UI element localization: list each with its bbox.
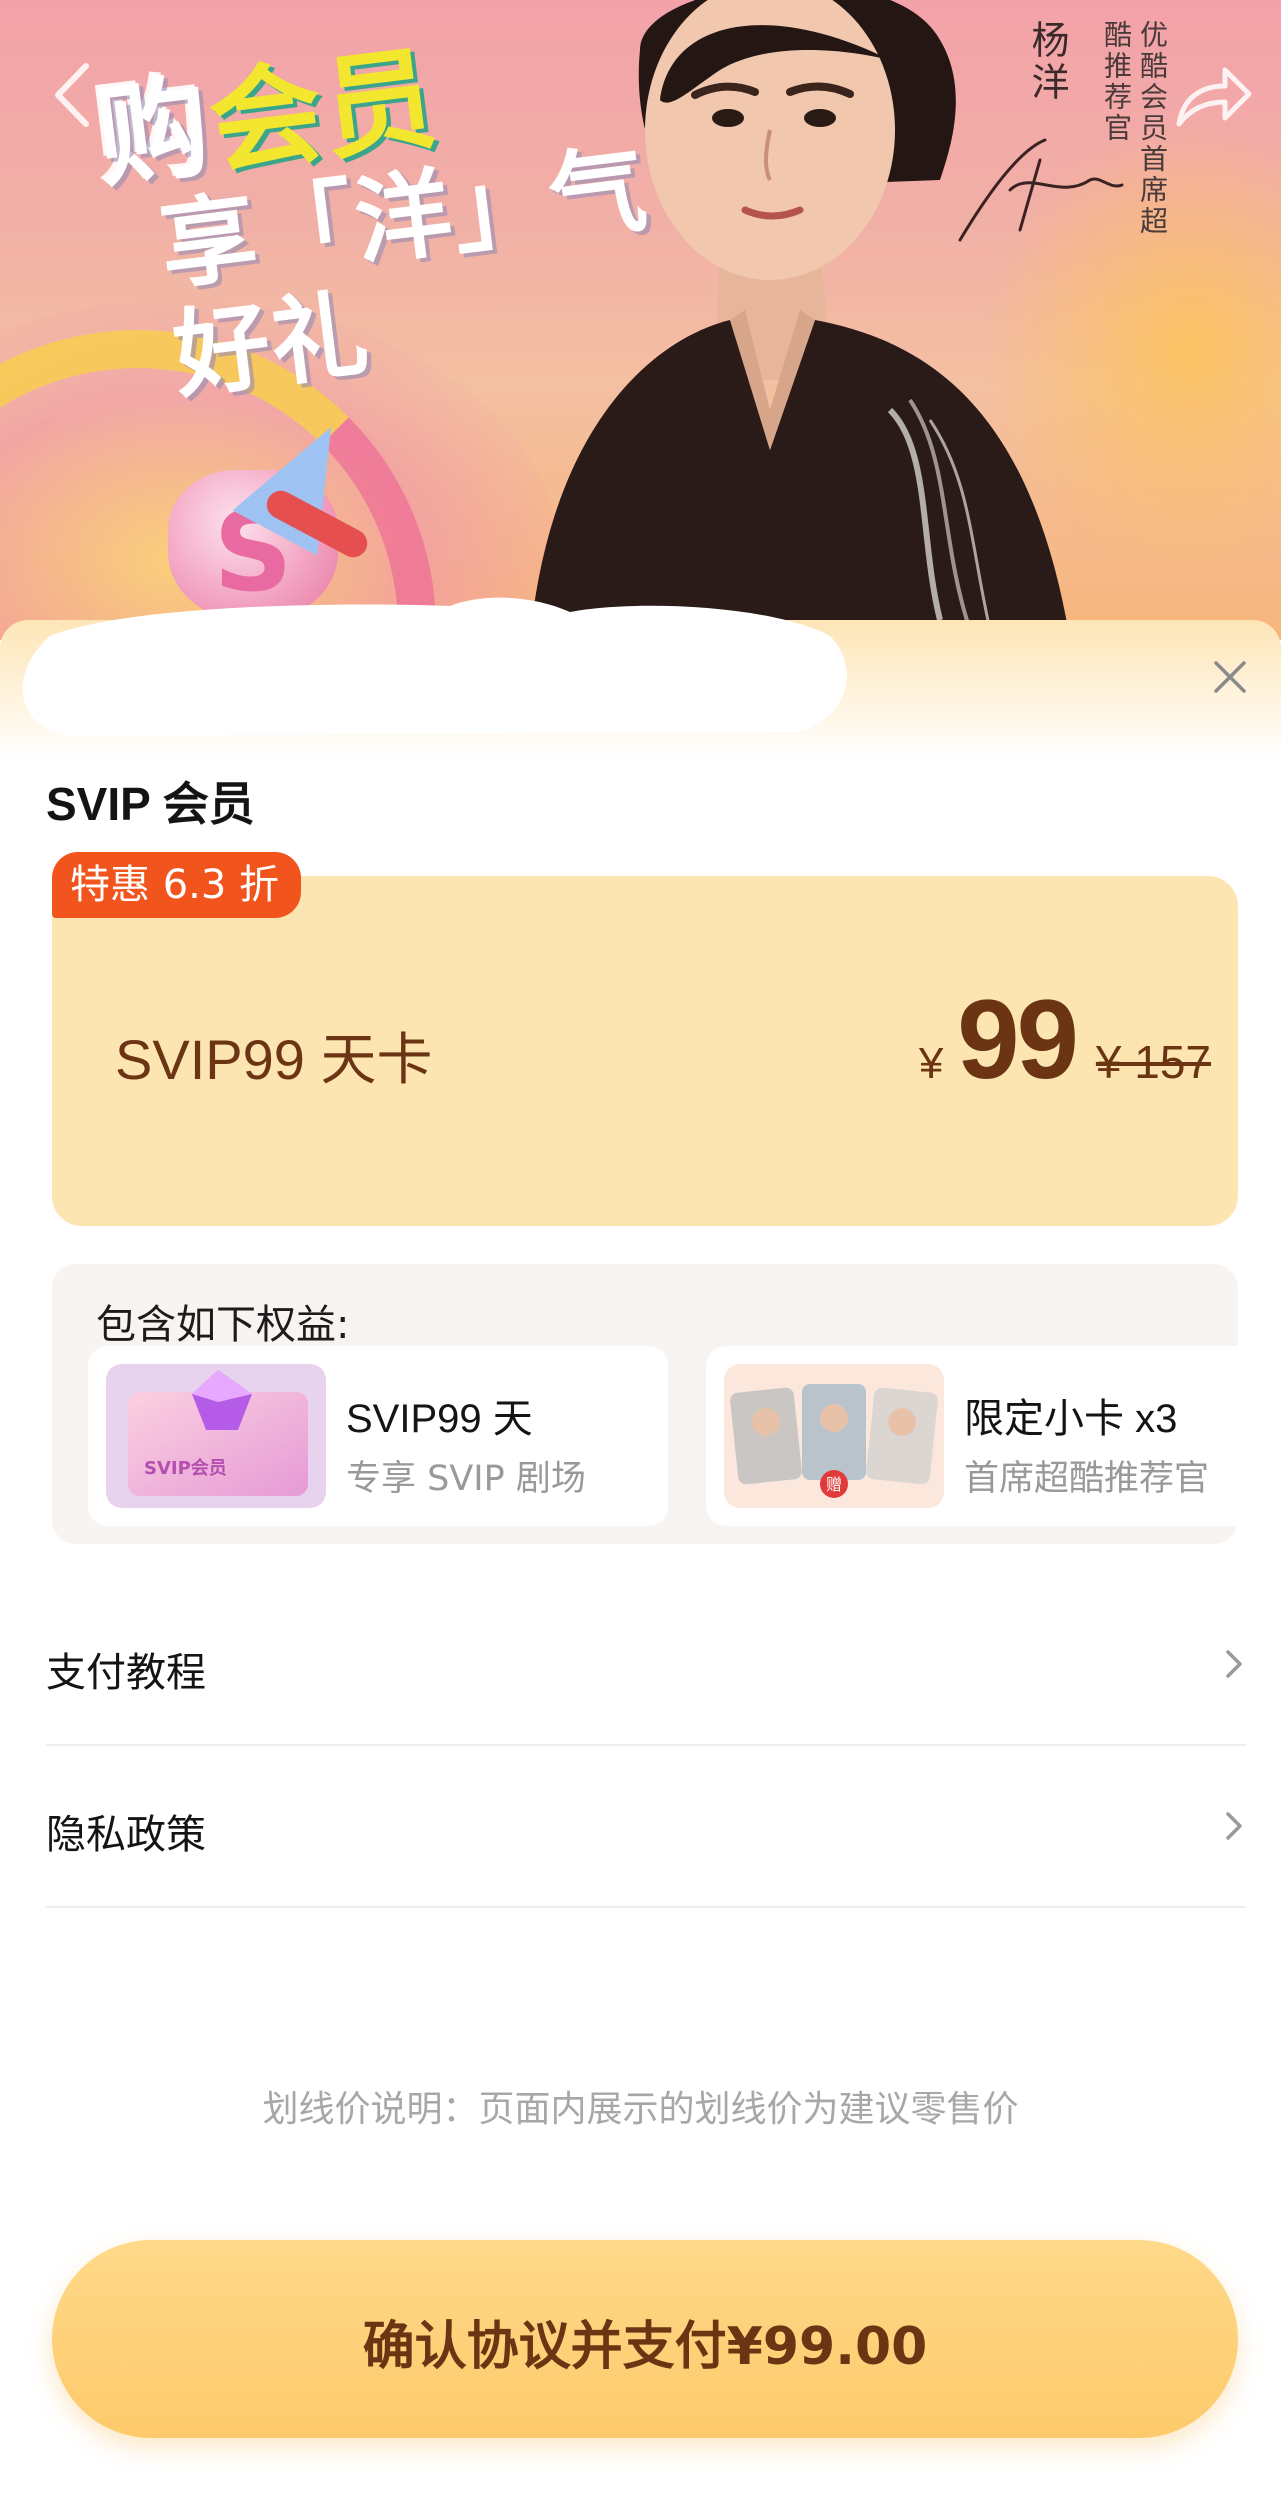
benefits-title: 包含如下权益:: [96, 1302, 350, 1348]
svg-text:SVIP会员: SVIP会员: [144, 1457, 227, 1479]
benefit-card[interactable]: SVIP会员 SVIP99 天 专享 SVIP 剧场: [88, 1346, 668, 1526]
back-icon[interactable]: [48, 60, 98, 130]
section-title: SVIP 会员: [46, 778, 255, 830]
menu-item-label: 隐私政策: [46, 1812, 206, 1858]
share-icon[interactable]: [1173, 62, 1253, 132]
chevron-right-icon: [1226, 1812, 1242, 1840]
benefit-name: SVIP99 天: [346, 1397, 533, 1441]
photo-cards-icon: 赠: [724, 1364, 944, 1508]
benefit-name: 限定小卡 x3: [964, 1397, 1178, 1441]
promo-line-1-a: 购: [89, 61, 219, 205]
menu-item-label: 支付教程: [46, 1650, 206, 1696]
close-icon[interactable]: [1210, 657, 1250, 697]
svip-card-icon: SVIP会员: [106, 1364, 326, 1508]
original-price: ¥ 157: [1095, 1036, 1211, 1088]
benefit-card[interactable]: 赠 限定小卡 x3 首席超酷推荐官: [706, 1346, 1238, 1526]
menu-item-privacy-policy[interactable]: 隐私政策: [46, 1746, 1246, 1908]
price-value: 99: [957, 977, 1079, 1102]
plan-price: ¥ 99 ¥ 157: [919, 980, 1211, 1100]
chevron-right-icon: [1226, 1650, 1242, 1678]
currency-symbol: ¥: [918, 1039, 944, 1088]
hero-banner: S 购会员 享「洋」气好礼 杨洋 优酷会员首席超酷推荐官: [0, 0, 1281, 640]
benefit-desc: 专享 SVIP 剧场: [346, 1459, 586, 1499]
celebrity-name: 杨洋: [1025, 20, 1069, 104]
svg-text:赠: 赠: [826, 1475, 842, 1494]
promo-title: 购会员 享「洋」气好礼: [89, 7, 727, 418]
confirm-pay-button[interactable]: 确认协议并支付¥99.00: [52, 2240, 1238, 2438]
benefits-panel: 包含如下权益: SVIP会员 SVIP99 天 专享 SVIP 剧场 赠 限定小…: [52, 1264, 1238, 1544]
pay-button-label: 确认协议并支付¥99.00: [362, 2317, 928, 2377]
strike-price-note: 划线价说明：页面内展示的划线价为建议零售价: [262, 2089, 1019, 2130]
menu-item-payment-tutorial[interactable]: 支付教程: [46, 1584, 1246, 1746]
plan-name: SVIP99 天卡: [115, 1028, 433, 1091]
signature-icon: [958, 138, 1124, 242]
discount-badge: 特惠 6.3 折: [52, 852, 302, 918]
benefit-desc: 首席超酷推荐官: [964, 1459, 1210, 1499]
